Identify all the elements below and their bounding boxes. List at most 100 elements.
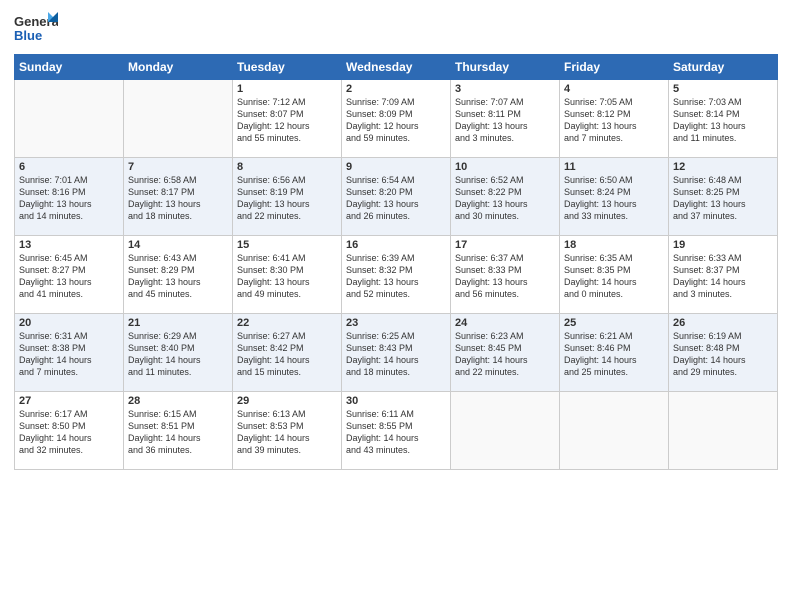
calendar-cell: 30Sunrise: 6:11 AM Sunset: 8:55 PM Dayli… — [342, 392, 451, 470]
day-info: Sunrise: 6:19 AM Sunset: 8:48 PM Dayligh… — [673, 330, 773, 379]
calendar-cell: 3Sunrise: 7:07 AM Sunset: 8:11 PM Daylig… — [451, 80, 560, 158]
day-info: Sunrise: 6:37 AM Sunset: 8:33 PM Dayligh… — [455, 252, 555, 301]
day-number: 23 — [346, 317, 446, 329]
day-number: 6 — [19, 161, 119, 173]
calendar-container: General Blue SundayMondayTuesdayWednesda… — [0, 0, 792, 476]
day-info: Sunrise: 6:58 AM Sunset: 8:17 PM Dayligh… — [128, 174, 228, 223]
header-row: SundayMondayTuesdayWednesdayThursdayFrid… — [15, 55, 778, 80]
day-info: Sunrise: 7:05 AM Sunset: 8:12 PM Dayligh… — [564, 96, 664, 145]
day-number: 13 — [19, 239, 119, 251]
day-info: Sunrise: 6:41 AM Sunset: 8:30 PM Dayligh… — [237, 252, 337, 301]
calendar-week-2: 6Sunrise: 7:01 AM Sunset: 8:16 PM Daylig… — [15, 158, 778, 236]
calendar-week-5: 27Sunrise: 6:17 AM Sunset: 8:50 PM Dayli… — [15, 392, 778, 470]
day-number: 30 — [346, 395, 446, 407]
calendar-cell: 18Sunrise: 6:35 AM Sunset: 8:35 PM Dayli… — [560, 236, 669, 314]
calendar-cell — [669, 392, 778, 470]
calendar-cell: 22Sunrise: 6:27 AM Sunset: 8:42 PM Dayli… — [233, 314, 342, 392]
calendar-cell — [15, 80, 124, 158]
calendar-cell: 14Sunrise: 6:43 AM Sunset: 8:29 PM Dayli… — [124, 236, 233, 314]
calendar-cell: 6Sunrise: 7:01 AM Sunset: 8:16 PM Daylig… — [15, 158, 124, 236]
calendar-cell: 25Sunrise: 6:21 AM Sunset: 8:46 PM Dayli… — [560, 314, 669, 392]
calendar-cell: 1Sunrise: 7:12 AM Sunset: 8:07 PM Daylig… — [233, 80, 342, 158]
header-monday: Monday — [124, 55, 233, 80]
day-number: 16 — [346, 239, 446, 251]
header-thursday: Thursday — [451, 55, 560, 80]
day-info: Sunrise: 7:07 AM Sunset: 8:11 PM Dayligh… — [455, 96, 555, 145]
day-info: Sunrise: 6:54 AM Sunset: 8:20 PM Dayligh… — [346, 174, 446, 223]
day-number: 5 — [673, 83, 773, 95]
calendar-cell: 21Sunrise: 6:29 AM Sunset: 8:40 PM Dayli… — [124, 314, 233, 392]
logo-svg: General Blue — [14, 10, 58, 48]
day-info: Sunrise: 7:03 AM Sunset: 8:14 PM Dayligh… — [673, 96, 773, 145]
header-wednesday: Wednesday — [342, 55, 451, 80]
calendar-table: SundayMondayTuesdayWednesdayThursdayFrid… — [14, 54, 778, 470]
day-number: 8 — [237, 161, 337, 173]
day-info: Sunrise: 6:45 AM Sunset: 8:27 PM Dayligh… — [19, 252, 119, 301]
day-number: 10 — [455, 161, 555, 173]
day-number: 28 — [128, 395, 228, 407]
calendar-week-1: 1Sunrise: 7:12 AM Sunset: 8:07 PM Daylig… — [15, 80, 778, 158]
calendar-cell: 17Sunrise: 6:37 AM Sunset: 8:33 PM Dayli… — [451, 236, 560, 314]
day-info: Sunrise: 6:23 AM Sunset: 8:45 PM Dayligh… — [455, 330, 555, 379]
calendar-cell: 7Sunrise: 6:58 AM Sunset: 8:17 PM Daylig… — [124, 158, 233, 236]
day-info: Sunrise: 7:01 AM Sunset: 8:16 PM Dayligh… — [19, 174, 119, 223]
day-number: 29 — [237, 395, 337, 407]
calendar-cell: 11Sunrise: 6:50 AM Sunset: 8:24 PM Dayli… — [560, 158, 669, 236]
calendar-cell: 15Sunrise: 6:41 AM Sunset: 8:30 PM Dayli… — [233, 236, 342, 314]
header-tuesday: Tuesday — [233, 55, 342, 80]
day-info: Sunrise: 7:09 AM Sunset: 8:09 PM Dayligh… — [346, 96, 446, 145]
day-info: Sunrise: 6:25 AM Sunset: 8:43 PM Dayligh… — [346, 330, 446, 379]
day-info: Sunrise: 7:12 AM Sunset: 8:07 PM Dayligh… — [237, 96, 337, 145]
calendar-cell: 28Sunrise: 6:15 AM Sunset: 8:51 PM Dayli… — [124, 392, 233, 470]
day-number: 4 — [564, 83, 664, 95]
calendar-cell: 16Sunrise: 6:39 AM Sunset: 8:32 PM Dayli… — [342, 236, 451, 314]
day-number: 25 — [564, 317, 664, 329]
day-info: Sunrise: 6:29 AM Sunset: 8:40 PM Dayligh… — [128, 330, 228, 379]
calendar-cell — [451, 392, 560, 470]
day-number: 21 — [128, 317, 228, 329]
day-number: 27 — [19, 395, 119, 407]
day-number: 7 — [128, 161, 228, 173]
calendar-cell: 26Sunrise: 6:19 AM Sunset: 8:48 PM Dayli… — [669, 314, 778, 392]
calendar-cell: 23Sunrise: 6:25 AM Sunset: 8:43 PM Dayli… — [342, 314, 451, 392]
day-number: 19 — [673, 239, 773, 251]
day-info: Sunrise: 6:35 AM Sunset: 8:35 PM Dayligh… — [564, 252, 664, 301]
day-number: 26 — [673, 317, 773, 329]
day-number: 11 — [564, 161, 664, 173]
calendar-cell: 13Sunrise: 6:45 AM Sunset: 8:27 PM Dayli… — [15, 236, 124, 314]
header-friday: Friday — [560, 55, 669, 80]
day-number: 18 — [564, 239, 664, 251]
header: General Blue — [14, 10, 778, 48]
calendar-cell — [560, 392, 669, 470]
header-saturday: Saturday — [669, 55, 778, 80]
day-number: 15 — [237, 239, 337, 251]
day-number: 24 — [455, 317, 555, 329]
day-number: 20 — [19, 317, 119, 329]
day-info: Sunrise: 6:56 AM Sunset: 8:19 PM Dayligh… — [237, 174, 337, 223]
day-info: Sunrise: 6:21 AM Sunset: 8:46 PM Dayligh… — [564, 330, 664, 379]
day-info: Sunrise: 6:39 AM Sunset: 8:32 PM Dayligh… — [346, 252, 446, 301]
calendar-cell: 12Sunrise: 6:48 AM Sunset: 8:25 PM Dayli… — [669, 158, 778, 236]
calendar-cell: 4Sunrise: 7:05 AM Sunset: 8:12 PM Daylig… — [560, 80, 669, 158]
day-info: Sunrise: 6:33 AM Sunset: 8:37 PM Dayligh… — [673, 252, 773, 301]
day-info: Sunrise: 6:11 AM Sunset: 8:55 PM Dayligh… — [346, 408, 446, 457]
day-info: Sunrise: 6:43 AM Sunset: 8:29 PM Dayligh… — [128, 252, 228, 301]
day-number: 3 — [455, 83, 555, 95]
calendar-cell: 5Sunrise: 7:03 AM Sunset: 8:14 PM Daylig… — [669, 80, 778, 158]
day-info: Sunrise: 6:15 AM Sunset: 8:51 PM Dayligh… — [128, 408, 228, 457]
calendar-cell: 8Sunrise: 6:56 AM Sunset: 8:19 PM Daylig… — [233, 158, 342, 236]
calendar-cell: 24Sunrise: 6:23 AM Sunset: 8:45 PM Dayli… — [451, 314, 560, 392]
calendar-cell: 27Sunrise: 6:17 AM Sunset: 8:50 PM Dayli… — [15, 392, 124, 470]
header-sunday: Sunday — [15, 55, 124, 80]
day-info: Sunrise: 6:52 AM Sunset: 8:22 PM Dayligh… — [455, 174, 555, 223]
calendar-cell: 19Sunrise: 6:33 AM Sunset: 8:37 PM Dayli… — [669, 236, 778, 314]
calendar-week-3: 13Sunrise: 6:45 AM Sunset: 8:27 PM Dayli… — [15, 236, 778, 314]
day-number: 17 — [455, 239, 555, 251]
day-info: Sunrise: 6:13 AM Sunset: 8:53 PM Dayligh… — [237, 408, 337, 457]
day-info: Sunrise: 6:27 AM Sunset: 8:42 PM Dayligh… — [237, 330, 337, 379]
calendar-week-4: 20Sunrise: 6:31 AM Sunset: 8:38 PM Dayli… — [15, 314, 778, 392]
day-info: Sunrise: 6:31 AM Sunset: 8:38 PM Dayligh… — [19, 330, 119, 379]
calendar-cell: 20Sunrise: 6:31 AM Sunset: 8:38 PM Dayli… — [15, 314, 124, 392]
svg-text:Blue: Blue — [14, 28, 42, 43]
logo: General Blue — [14, 10, 58, 48]
